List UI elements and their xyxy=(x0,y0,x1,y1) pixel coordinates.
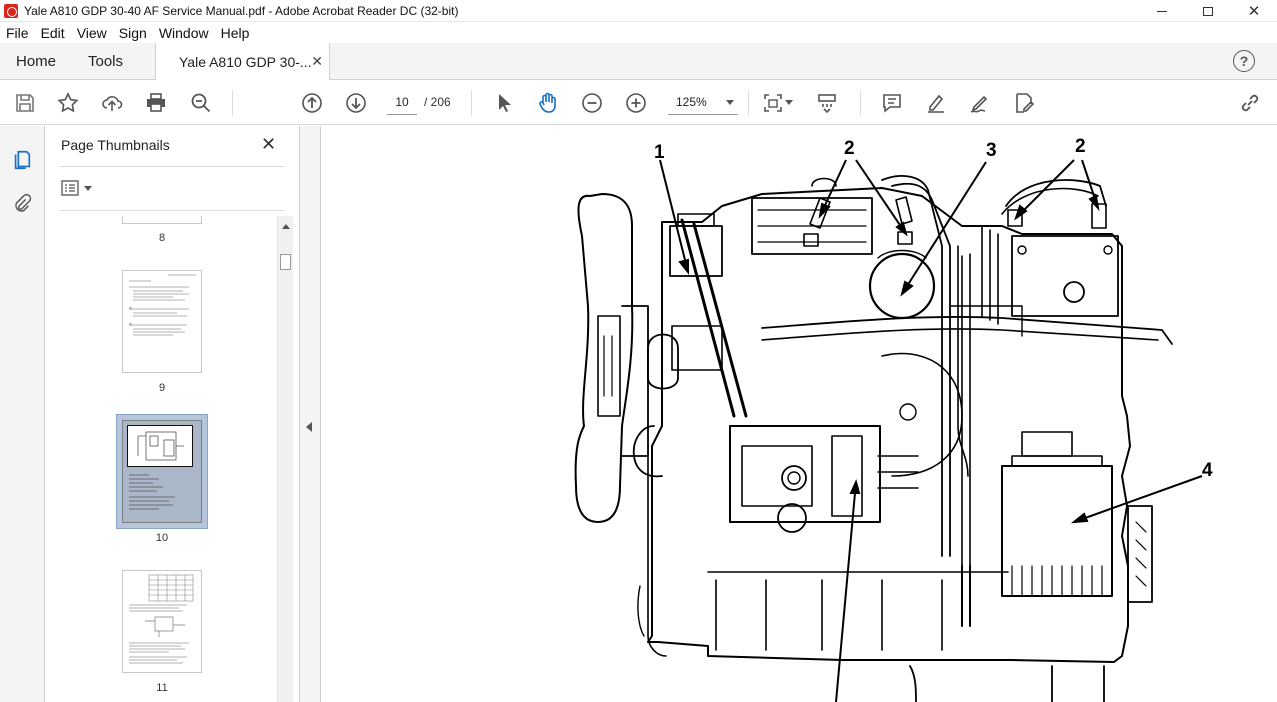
prev-page-icon[interactable] xyxy=(299,90,325,116)
menu-file[interactable]: File xyxy=(0,25,35,41)
thumbnail-label: 9 xyxy=(158,382,166,394)
window-title: Yale A810 GDP 30-40 AF Service Manual.pd… xyxy=(24,3,459,18)
maximize-button[interactable] xyxy=(1185,0,1231,22)
close-window-button[interactable]: ✕ xyxy=(1231,0,1277,22)
fit-page-icon[interactable] xyxy=(760,90,786,116)
callout-2b: 2 xyxy=(1075,136,1086,157)
scrollbar-thumb[interactable] xyxy=(280,254,291,270)
scroll-mode-icon[interactable] xyxy=(814,90,840,116)
bookmark-star-icon[interactable] xyxy=(55,90,81,116)
tab-home[interactable]: Home xyxy=(16,43,56,80)
thumbnail-viewport-box xyxy=(127,425,193,467)
thumbnail-list[interactable]: 8 9 10 11 xyxy=(45,216,277,702)
collapse-panel-strip[interactable] xyxy=(300,126,321,702)
toolbar xyxy=(0,80,1277,125)
callout-1: 1 xyxy=(654,142,665,163)
close-tab-icon[interactable]: ✕ xyxy=(311,53,323,70)
fit-page-caret-icon[interactable] xyxy=(785,100,793,105)
callout-4: 4 xyxy=(1202,460,1213,481)
minimize-button[interactable] xyxy=(1139,0,1185,22)
menu-view[interactable]: View xyxy=(71,25,113,41)
page-thumbnails-icon[interactable] xyxy=(10,148,34,172)
title-bar: Yale A810 GDP 30-40 AF Service Manual.pd… xyxy=(0,0,1277,22)
next-page-icon[interactable] xyxy=(343,90,369,116)
zoom-search-icon[interactable] xyxy=(188,90,214,116)
zoom-in-icon[interactable] xyxy=(623,90,649,116)
thumbnail-page-8[interactable] xyxy=(122,216,202,224)
zoom-out-icon[interactable] xyxy=(579,90,605,116)
tab-bar: Home Tools Yale A810 GDP 30-... ✕ ? xyxy=(0,43,1277,81)
save-icon[interactable] xyxy=(12,90,38,116)
page-total: / 206 xyxy=(424,95,451,109)
thumbnail-page-9[interactable] xyxy=(122,270,202,373)
comment-icon[interactable] xyxy=(879,90,905,116)
close-panel-icon[interactable]: ✕ xyxy=(261,134,276,155)
document-view[interactable]: 1 2 3 2 4 xyxy=(322,126,1277,702)
thumbnails-scrollbar[interactable] xyxy=(277,216,293,702)
thumbnail-label: 10 xyxy=(155,532,169,544)
print-icon[interactable] xyxy=(143,90,169,116)
left-rail xyxy=(0,126,45,702)
panel-title: Page Thumbnails xyxy=(61,137,170,153)
callout-3: 3 xyxy=(986,140,997,161)
hand-tool-icon[interactable] xyxy=(535,90,561,116)
tab-document[interactable]: Yale A810 GDP 30-... ✕ xyxy=(155,43,330,81)
menu-bar: File Edit View Sign Window Help xyxy=(0,22,1277,43)
zoom-select[interactable]: 125% xyxy=(668,89,738,115)
thumbnails-panel: Page Thumbnails ✕ 8 9 10 11 xyxy=(45,126,300,702)
menu-sign[interactable]: Sign xyxy=(113,25,153,41)
thumbnail-page-11[interactable] xyxy=(122,570,202,673)
menu-window[interactable]: Window xyxy=(153,25,215,41)
thumbnail-label: 11 xyxy=(156,682,168,694)
collapse-arrow-icon[interactable] xyxy=(306,422,312,432)
document-tab-label: Yale A810 GDP 30-... xyxy=(179,54,312,70)
edit-pdf-icon[interactable] xyxy=(1011,90,1037,116)
page-number-input[interactable]: 10 xyxy=(387,89,417,115)
thumbnail-page-10[interactable] xyxy=(122,420,202,523)
acrobat-app-icon xyxy=(4,3,18,18)
menu-help[interactable]: Help xyxy=(215,25,256,41)
highlight-icon[interactable] xyxy=(923,90,949,116)
callout-2a: 2 xyxy=(844,138,855,159)
zoom-value: 125% xyxy=(676,95,707,109)
sign-icon[interactable] xyxy=(967,90,993,116)
thumbnail-options-button[interactable] xyxy=(61,180,92,196)
upload-icon[interactable] xyxy=(99,90,125,116)
list-options-icon xyxy=(61,180,79,196)
attachments-icon[interactable] xyxy=(10,192,34,216)
thumbnail-label: 8 xyxy=(158,232,166,244)
scroll-up-icon[interactable] xyxy=(282,224,290,229)
select-arrow-icon[interactable] xyxy=(491,90,517,116)
engine-diagram: 1 2 3 2 4 xyxy=(574,136,1213,702)
help-icon[interactable]: ? xyxy=(1233,50,1255,72)
menu-edit[interactable]: Edit xyxy=(35,25,71,41)
tab-tools[interactable]: Tools xyxy=(88,43,123,80)
zoom-caret-icon xyxy=(726,100,734,105)
share-link-icon[interactable] xyxy=(1237,90,1263,116)
